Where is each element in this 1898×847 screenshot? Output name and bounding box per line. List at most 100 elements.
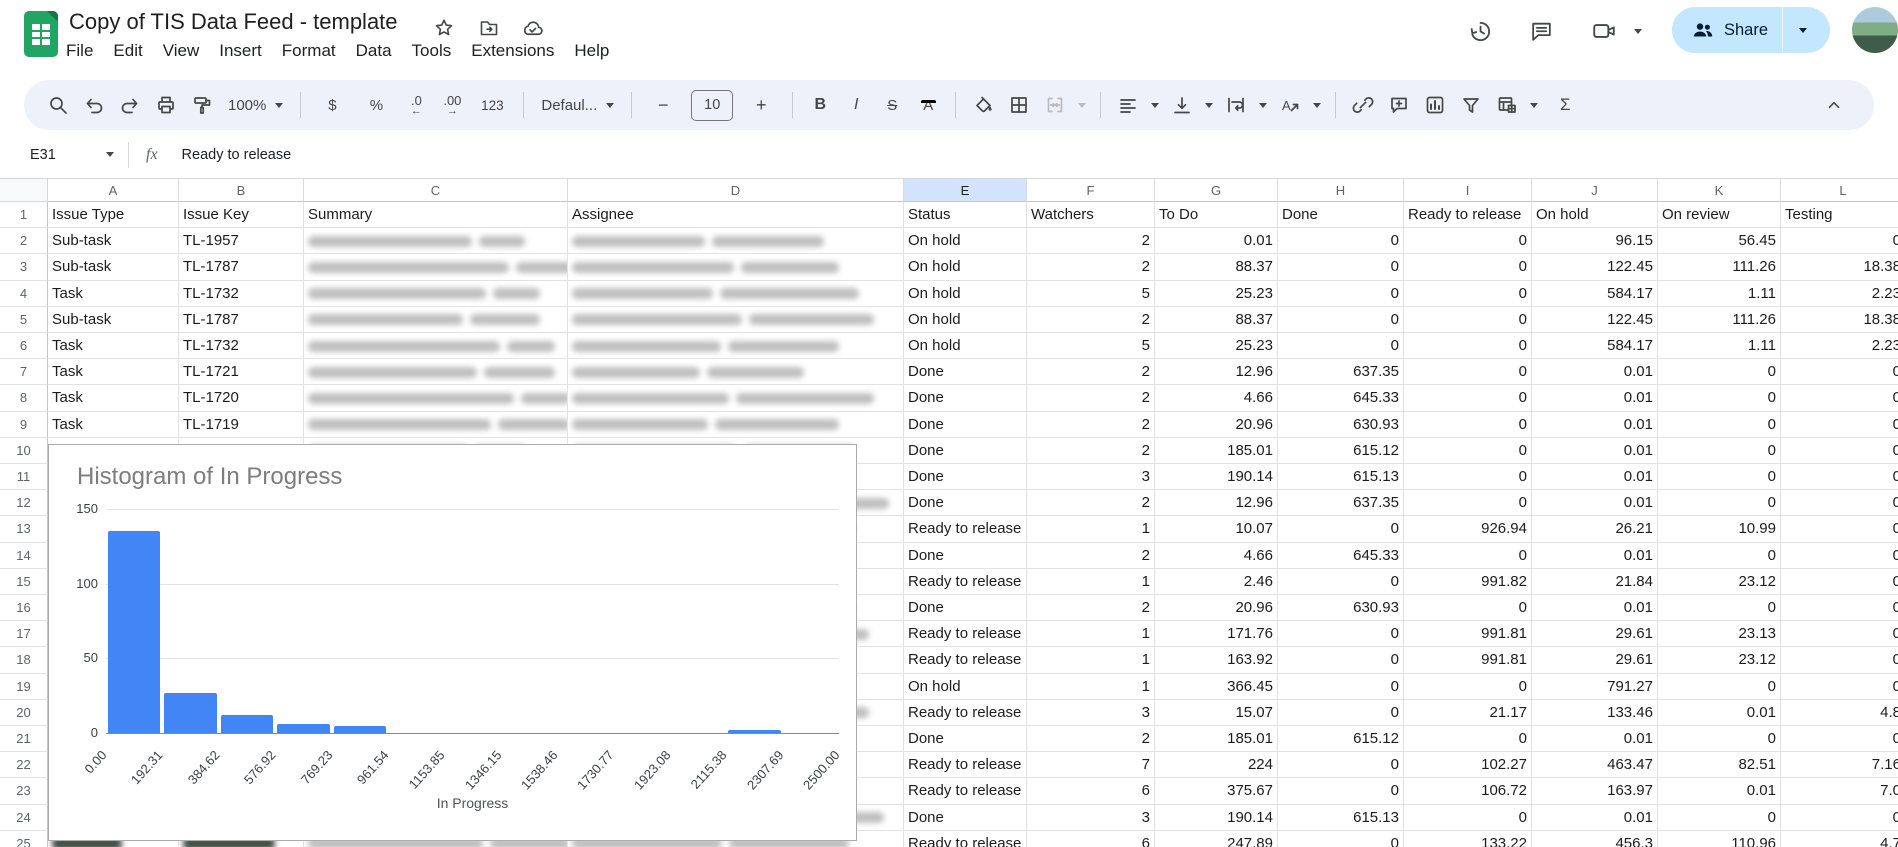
cell-J6[interactable]: 584.17: [1532, 333, 1658, 360]
cell-H1[interactable]: Done: [1278, 202, 1404, 229]
cell-I12[interactable]: 0: [1404, 490, 1532, 517]
cell-I22[interactable]: 102.27: [1404, 752, 1532, 779]
column-header-J[interactable]: J: [1532, 178, 1658, 202]
cell-E12[interactable]: Done: [904, 490, 1027, 517]
cell-A7[interactable]: Task: [48, 359, 179, 386]
bold-button[interactable]: B: [802, 89, 838, 121]
cell-B2[interactable]: TL-1957: [179, 228, 304, 255]
cell-L21[interactable]: 0: [1781, 726, 1898, 753]
column-header-I[interactable]: I: [1404, 178, 1532, 202]
cell-L14[interactable]: 0: [1781, 542, 1898, 569]
share-dropdown-caret-icon[interactable]: [1799, 27, 1808, 33]
cell-A5[interactable]: Sub-task: [48, 306, 179, 333]
cell-E13[interactable]: Ready to release: [904, 516, 1027, 543]
cell-H23[interactable]: 0: [1278, 778, 1404, 805]
cell-L7[interactable]: 0: [1781, 359, 1898, 386]
meet-dropdown-caret-icon[interactable]: [1630, 17, 1646, 45]
row-number-7[interactable]: 7: [0, 359, 48, 386]
cell-D1[interactable]: Assignee: [568, 202, 904, 229]
cell-G2[interactable]: 0.01: [1155, 228, 1278, 255]
cell-F10[interactable]: 2: [1027, 437, 1155, 464]
menu-item-tools[interactable]: Tools: [402, 38, 462, 64]
cell-F25[interactable]: 6: [1027, 830, 1155, 847]
cell-G1[interactable]: To Do: [1155, 202, 1278, 229]
cell-H2[interactable]: 0: [1278, 228, 1404, 255]
cell-J9[interactable]: 0.01: [1532, 411, 1658, 438]
column-header-G[interactable]: G: [1155, 178, 1278, 202]
cell-D2[interactable]: [568, 228, 904, 255]
row-number-5[interactable]: 5: [0, 306, 48, 333]
cell-L6[interactable]: 2.23: [1781, 333, 1898, 360]
cell-G4[interactable]: 25.23: [1155, 280, 1278, 307]
row-number-9[interactable]: 9: [0, 411, 48, 438]
cell-J15[interactable]: 21.84: [1532, 568, 1658, 595]
cell-D3[interactable]: [568, 254, 904, 281]
cell-L19[interactable]: 0: [1781, 673, 1898, 700]
italic-button[interactable]: I: [838, 89, 874, 121]
cell-G7[interactable]: 12.96: [1155, 359, 1278, 386]
row-number-19[interactable]: 19: [0, 673, 48, 700]
cell-K15[interactable]: 23.12: [1658, 568, 1781, 595]
column-header-H[interactable]: H: [1278, 178, 1404, 202]
cell-J10[interactable]: 0.01: [1532, 437, 1658, 464]
cell-K16[interactable]: 0: [1658, 595, 1781, 622]
cell-I21[interactable]: 0: [1404, 726, 1532, 753]
cell-I8[interactable]: 0: [1404, 385, 1532, 412]
cell-K5[interactable]: 111.26: [1658, 306, 1781, 333]
cell-G14[interactable]: 4.66: [1155, 542, 1278, 569]
cell-I25[interactable]: 133.22: [1404, 830, 1532, 847]
currency-format-button[interactable]: $: [310, 89, 354, 121]
cell-H15[interactable]: 0: [1278, 568, 1404, 595]
fill-color-icon[interactable]: [965, 89, 1001, 121]
column-header-E[interactable]: E: [904, 178, 1027, 202]
cell-B5[interactable]: TL-1787: [179, 306, 304, 333]
insert-link-icon[interactable]: [1345, 89, 1381, 121]
table-functions-icon[interactable]: [1489, 89, 1525, 121]
row-number-21[interactable]: 21: [0, 726, 48, 753]
text-rotation-caret-icon[interactable]: [1308, 89, 1326, 121]
cell-G19[interactable]: 366.45: [1155, 673, 1278, 700]
cell-E18[interactable]: Ready to release: [904, 647, 1027, 674]
cell-I15[interactable]: 991.82: [1404, 568, 1532, 595]
cell-K13[interactable]: 10.99: [1658, 516, 1781, 543]
cell-J8[interactable]: 0.01: [1532, 385, 1658, 412]
menu-item-data[interactable]: Data: [346, 38, 402, 64]
row-number-6[interactable]: 6: [0, 333, 48, 360]
cell-L22[interactable]: 7.16: [1781, 752, 1898, 779]
cell-G20[interactable]: 15.07: [1155, 699, 1278, 726]
menu-item-file[interactable]: File: [56, 38, 103, 64]
cell-G15[interactable]: 2.46: [1155, 568, 1278, 595]
cell-L24[interactable]: 0: [1781, 804, 1898, 831]
cell-E5[interactable]: On hold: [904, 306, 1027, 333]
cell-E1[interactable]: Status: [904, 202, 1027, 229]
cell-A8[interactable]: Task: [48, 385, 179, 412]
merge-caret-icon[interactable]: [1073, 89, 1091, 121]
cell-K18[interactable]: 23.12: [1658, 647, 1781, 674]
cell-G25[interactable]: 247.89: [1155, 830, 1278, 847]
cell-E15[interactable]: Ready to release: [904, 568, 1027, 595]
cell-J3[interactable]: 122.45: [1532, 254, 1658, 281]
cell-I7[interactable]: 0: [1404, 359, 1532, 386]
row-number-11[interactable]: 11: [0, 464, 48, 491]
cell-H8[interactable]: 645.33: [1278, 385, 1404, 412]
insert-chart-icon[interactable]: [1417, 89, 1453, 121]
cell-K2[interactable]: 56.45: [1658, 228, 1781, 255]
cell-F21[interactable]: 2: [1027, 726, 1155, 753]
cell-H11[interactable]: 615.13: [1278, 464, 1404, 491]
cell-D6[interactable]: [568, 333, 904, 360]
cell-I5[interactable]: 0: [1404, 306, 1532, 333]
cell-H5[interactable]: 0: [1278, 306, 1404, 333]
cell-E17[interactable]: Ready to release: [904, 621, 1027, 648]
cell-E22[interactable]: Ready to release: [904, 752, 1027, 779]
cell-I1[interactable]: Ready to release: [1404, 202, 1532, 229]
cell-J16[interactable]: 0.01: [1532, 595, 1658, 622]
cell-H21[interactable]: 615.12: [1278, 726, 1404, 753]
cell-K21[interactable]: 0: [1658, 726, 1781, 753]
row-number-23[interactable]: 23: [0, 778, 48, 805]
text-color-button[interactable]: A: [910, 89, 946, 121]
column-header-L[interactable]: L: [1781, 178, 1898, 202]
cell-F4[interactable]: 5: [1027, 280, 1155, 307]
table-functions-caret-icon[interactable]: [1525, 89, 1543, 121]
cell-L8[interactable]: 0: [1781, 385, 1898, 412]
cell-J2[interactable]: 96.15: [1532, 228, 1658, 255]
